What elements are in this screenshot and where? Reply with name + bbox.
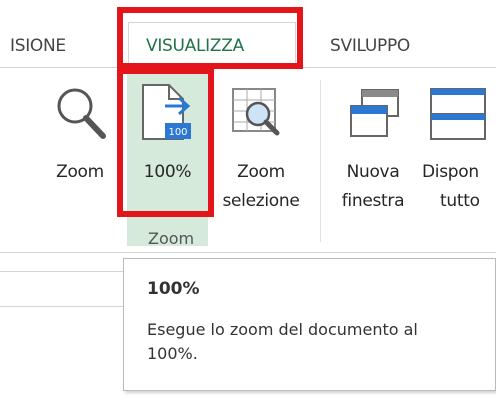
new-window-label-2: finestra [341, 191, 405, 211]
arrange-all-button[interactable]: Dispon tutto [418, 70, 496, 246]
annotation-frame-tab [117, 7, 303, 69]
group-separator [320, 80, 321, 242]
tooltip-description: Esegue lo zoom del documento al 100%. [147, 320, 418, 363]
arrange-all-label-1: Dispon [422, 162, 479, 182]
new-window-label-1: Nuova [346, 162, 400, 182]
zoom-selection-label-1: Zoom [237, 162, 285, 182]
zoom-selection-icon [232, 88, 280, 136]
sheet-gridline [0, 271, 123, 272]
new-window-button[interactable]: Nuova finestra [330, 70, 416, 246]
sheet-gridline [0, 306, 123, 307]
magnifier-icon [57, 88, 106, 139]
tab-sviluppo[interactable]: SVILUPPO [330, 36, 410, 56]
arrange-all-label-2: tutto [440, 191, 480, 211]
arrange-all-icon [430, 88, 486, 140]
zoom-button[interactable]: Zoom [40, 70, 120, 246]
zoom-button-label: Zoom [56, 162, 104, 182]
ribbon-bottom-border [0, 252, 496, 253]
tooltip-title: 100% [147, 279, 200, 299]
zoom-group-label: Zoom [148, 229, 195, 248]
new-window-icon [350, 89, 399, 137]
zoom-selection-button[interactable]: Zoom selezione [212, 70, 310, 246]
tab-revisione[interactable]: ISIONE [10, 36, 66, 56]
annotation-frame-button [117, 68, 214, 217]
tooltip: 100% Esegue lo zoom del documento al 100… [123, 258, 496, 391]
zoom-selection-label-2: selezione [222, 191, 300, 211]
